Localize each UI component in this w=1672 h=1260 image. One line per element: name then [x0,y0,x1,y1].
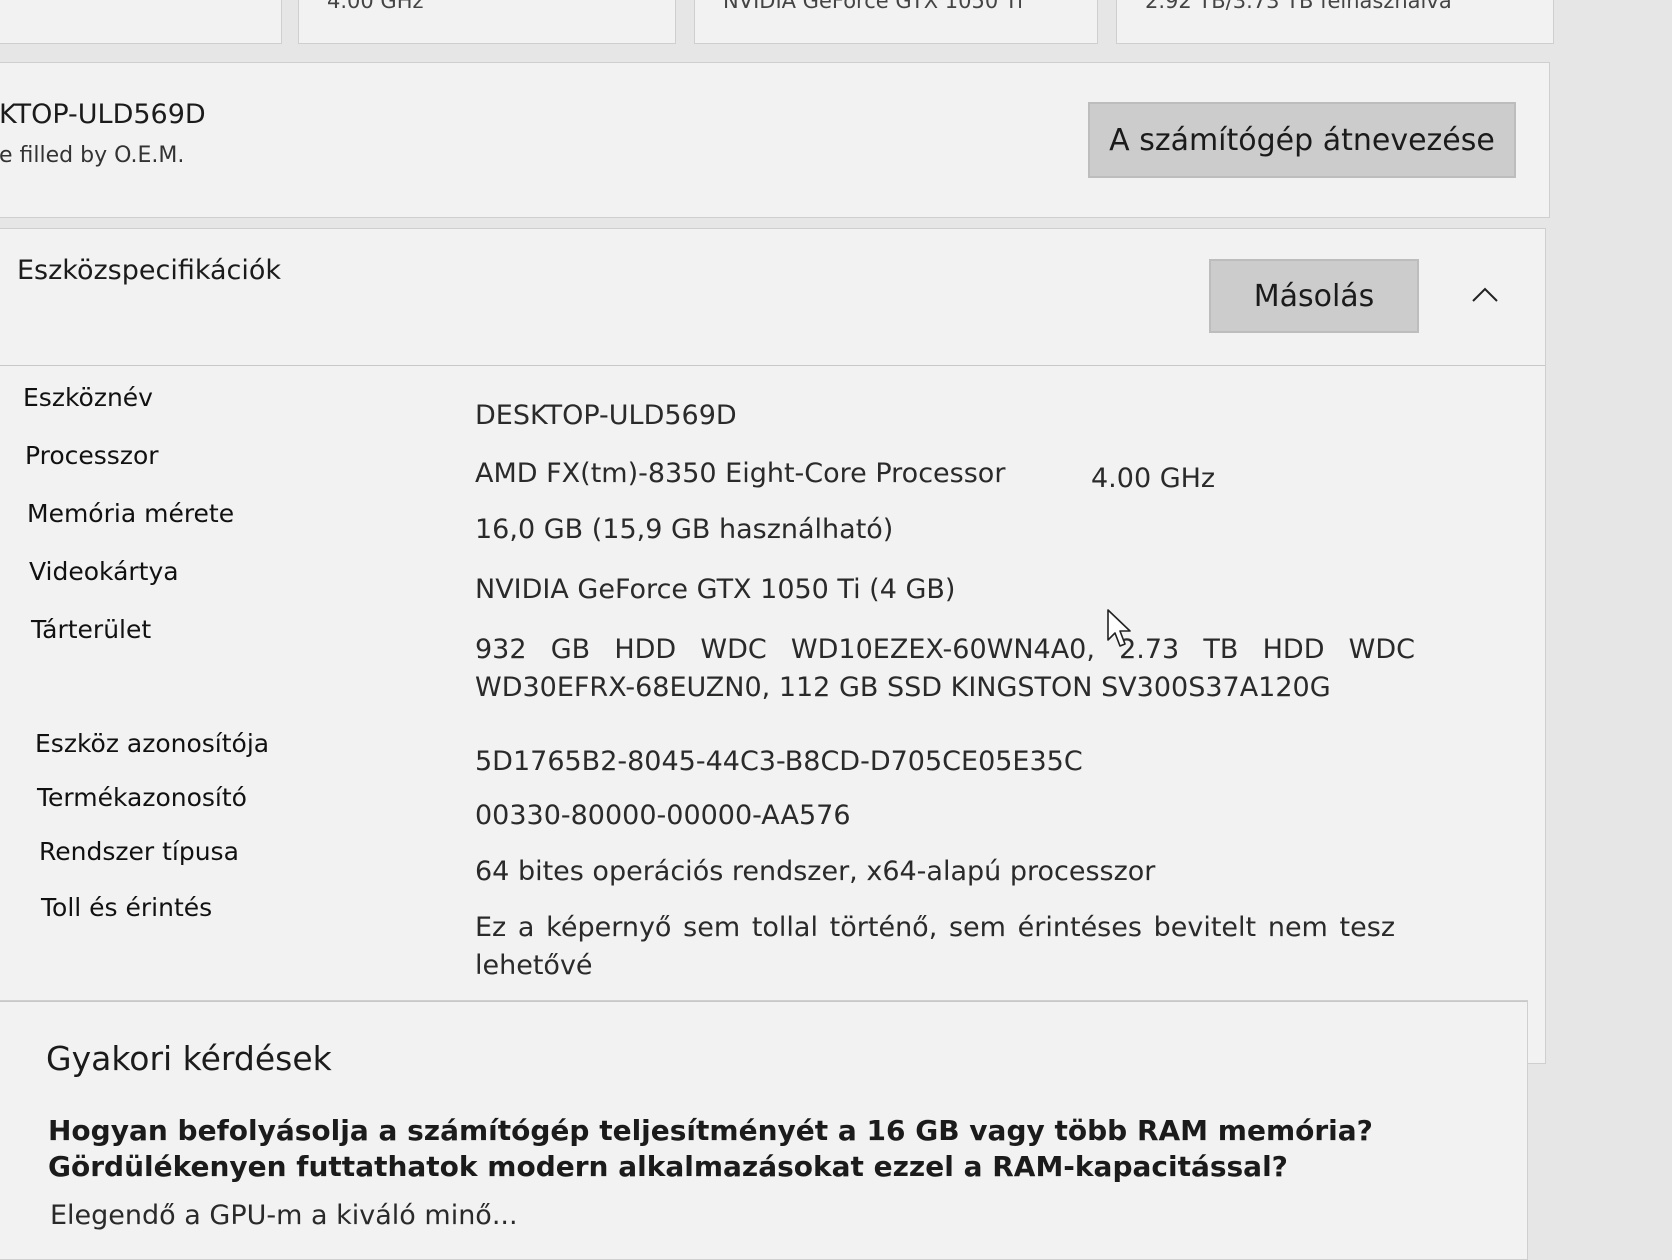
spec-label: Eszköz azonosítója [35,729,270,758]
device-specifications-panel: Eszközspecifikációk Másolás Eszköznév DE… [0,228,1546,1064]
spec-value: Ez a képernyő sem tollal történő, sem ér… [475,912,1395,981]
spec-value: 932 GB HDD WDC WD10EZEX-60WN4A0, 2.73 TB… [475,634,1415,703]
spec-value-speed: 4.00 GHz [1091,463,1216,494]
summary-card-value: 2.92 TB/3.73 TB felhasználva [1145,0,1452,13]
spec-title: Eszközspecifikációk [17,255,282,286]
spec-label: Tárterület [31,615,152,644]
device-name: KTOP-ULD569D [0,99,206,130]
divider [0,1001,1527,1002]
summary-card-cpu [0,0,282,44]
spec-label: Eszköznév [23,383,153,412]
faq-title: Gyakori kérdések [46,1039,332,1078]
summary-card-value: NVIDIA GeForce GTX 1050 Ti [723,0,1023,13]
spec-label: Termékazonosító [37,783,247,812]
spec-value: NVIDIA GeForce GTX 1050 Ti (4 GB) [475,574,956,605]
faq-section: Gyakori kérdések Hogyan befolyásolja a s… [0,1000,1528,1260]
summary-card-gpu: NVIDIA GeForce GTX 1050 Ti [694,0,1098,44]
faq-question[interactable]: Hogyan befolyásolja a számítógép teljesí… [48,1113,1448,1185]
spec-label: Toll és érintés [41,893,213,922]
mouse-cursor-icon [1107,609,1131,647]
spec-value: 5D1765B2-8045-44C3-B8CD-D705CE05E35C [475,746,1083,777]
rename-pc-button[interactable]: A számítógép átnevezése [1088,102,1516,178]
spec-value: 64 bites operációs rendszer, x64-alapú p… [475,856,1156,887]
spec-label: Memória mérete [27,499,235,528]
spec-label: Videokártya [29,557,179,586]
summary-card-cpu-speed: 4.00 GHz [298,0,676,44]
device-model: e filled by O.E.M. [0,143,185,168]
summary-card-storage: 2.92 TB/3.73 TB felhasználva [1116,0,1554,44]
faq-answer: Elegendő a GPU-m a kiváló minő... [50,1200,518,1231]
spec-label: Rendszer típusa [39,837,239,866]
summary-card-value: 4.00 GHz [327,0,424,13]
copy-button[interactable]: Másolás [1209,259,1419,333]
spec-value: DESKTOP-ULD569D [475,400,737,431]
spec-value: 00330-80000-00000-AA576 [475,800,851,831]
spec-value: 16,0 GB (15,9 GB használható) [475,514,894,545]
chevron-up-icon[interactable] [1471,281,1499,309]
spec-header[interactable]: Eszközspecifikációk Másolás [0,229,1545,366]
spec-value: AMD FX(tm)-8350 Eight-Core Processor [475,458,1006,489]
spec-label: Processzor [25,441,159,470]
